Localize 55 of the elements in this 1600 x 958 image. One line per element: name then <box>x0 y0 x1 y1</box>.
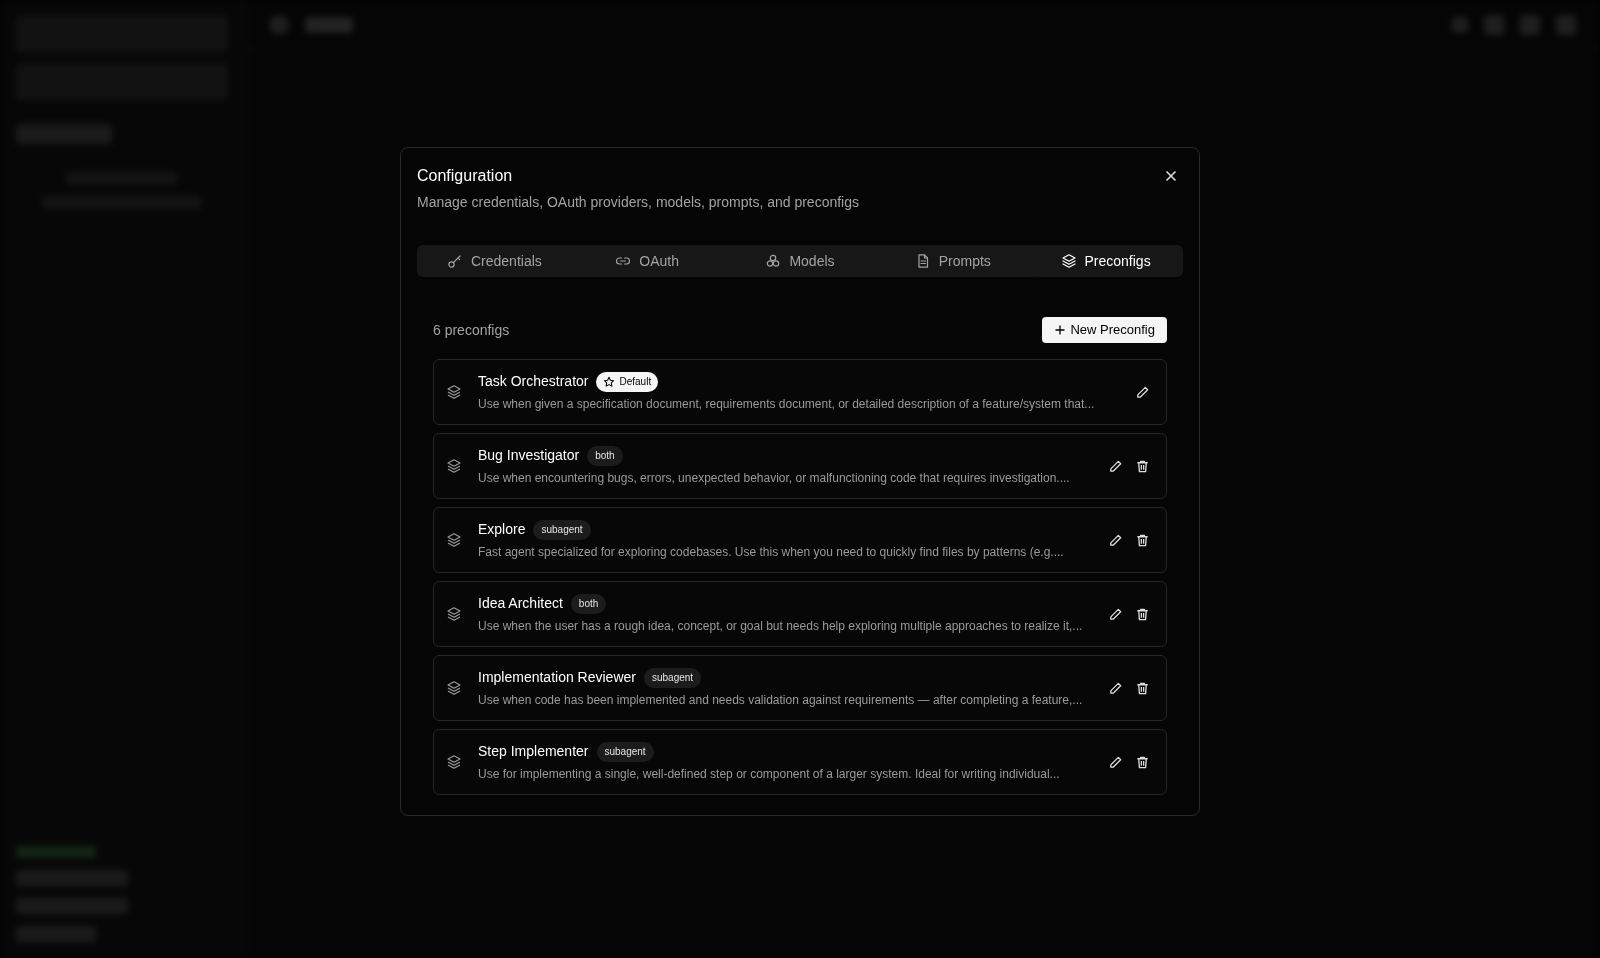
layers-icon <box>1060 253 1077 269</box>
preconfig-name: Implementation Reviewer <box>478 668 636 687</box>
preconfig-description: Use when encountering bugs, errors, unexpected behavior, or malfunctioning code that requires investigation.... <box>478 470 1071 487</box>
trash-icon[interactable] <box>1135 532 1150 548</box>
preconfig-description: Use for implementing a single, well-defined step or component of a larger system. Ideal for writing individual... <box>478 766 1061 783</box>
preconfig-card[interactable]: Implementation Reviewer subagent Use when code has been implemented and needs validation against requirements — after completing a feature,... <box>433 655 1167 721</box>
preconfig-card[interactable]: Step Implementer subagent Use for implementing a single, well-defined step or component of a larger system. Ideal for writing individual... <box>433 729 1167 795</box>
preconfig-card[interactable]: Bug Investigator both Use when encountering bugs, errors, unexpected behavior, or malfunctioning code that requires investigation.... <box>433 433 1167 499</box>
layers-icon <box>446 754 462 770</box>
layers-icon <box>446 458 462 474</box>
type-badge: both <box>587 445 623 466</box>
type-badge: subagent <box>533 519 591 540</box>
circles-icon <box>765 253 782 269</box>
layers-icon <box>446 532 462 548</box>
edit-icon[interactable] <box>1108 532 1123 548</box>
edit-icon[interactable] <box>1108 606 1123 622</box>
preconfig-name: Task Orchestrator <box>478 372 589 391</box>
preconfig-card[interactable]: Task Orchestrator Default Use when given a specification document, requirements document, or detailed description of a feature/system that... <box>433 359 1167 425</box>
tab[interactable]: Prompts <box>878 248 1028 274</box>
trash-icon[interactable] <box>1135 458 1150 474</box>
dialog-subtitle: Manage credentials, OAuth providers, models, prompts, and preconfigs <box>417 193 859 212</box>
tab[interactable]: Credentials <box>420 248 569 274</box>
layers-icon <box>446 384 462 400</box>
preconfig-name: Step Implementer <box>478 742 589 761</box>
layers-icon <box>446 606 462 622</box>
star-icon <box>603 375 616 388</box>
preconfig-name: Idea Architect <box>478 594 563 613</box>
trash-icon[interactable] <box>1135 606 1150 622</box>
close-icon[interactable] <box>1163 168 1179 184</box>
preconfig-description: Fast agent specialized for exploring codebases. Use this when you need to quickly find files by patterns (e.g.... <box>478 544 1065 561</box>
trash-icon[interactable] <box>1135 680 1150 696</box>
layers-icon <box>446 680 462 696</box>
preconfig-name: Explore <box>478 520 526 539</box>
dialog-title: Configuration <box>417 166 514 186</box>
preconfig-card[interactable]: Explore subagent Fast agent specialized for exploring codebases. Use this when you need to quickly find files by patterns (e.g.... <box>433 507 1167 573</box>
type-badge: subagent <box>643 667 702 688</box>
key-icon <box>447 253 463 269</box>
edit-icon[interactable] <box>1108 754 1123 770</box>
tab[interactable]: Models <box>725 248 875 274</box>
edit-icon[interactable] <box>1108 458 1123 474</box>
preconfig-name: Bug Investigator <box>478 446 580 465</box>
preconfig-count: 6 preconfigs <box>433 320 510 340</box>
edit-icon[interactable] <box>1108 680 1123 696</box>
preconfig-card[interactable]: Idea Architect both Use when the user has a rough idea, concept, or goal but needs help exploring multiple approaches to realize it,... <box>433 581 1167 647</box>
type-badge: both <box>570 593 607 614</box>
default-badge: Default <box>596 371 659 392</box>
preconfig-description: Use when given a specification document, requirements document, or detailed description of a feature/system that... <box>478 396 1096 413</box>
preconfig-description: Use when the user has a rough idea, concept, or goal but needs help exploring multiple approaches to realize it,... <box>478 618 1084 635</box>
edit-icon[interactable] <box>1135 384 1150 400</box>
preconfig-description: Use when code has been implemented and needs validation against requirements — after completing a feature,... <box>478 692 1084 709</box>
type-badge: subagent <box>596 741 654 762</box>
plus-icon <box>1054 324 1067 336</box>
tab[interactable]: OAuth <box>572 248 722 274</box>
trash-icon[interactable] <box>1135 754 1150 770</box>
new-preconfig-button[interactable]: New Preconfig <box>1042 317 1167 343</box>
